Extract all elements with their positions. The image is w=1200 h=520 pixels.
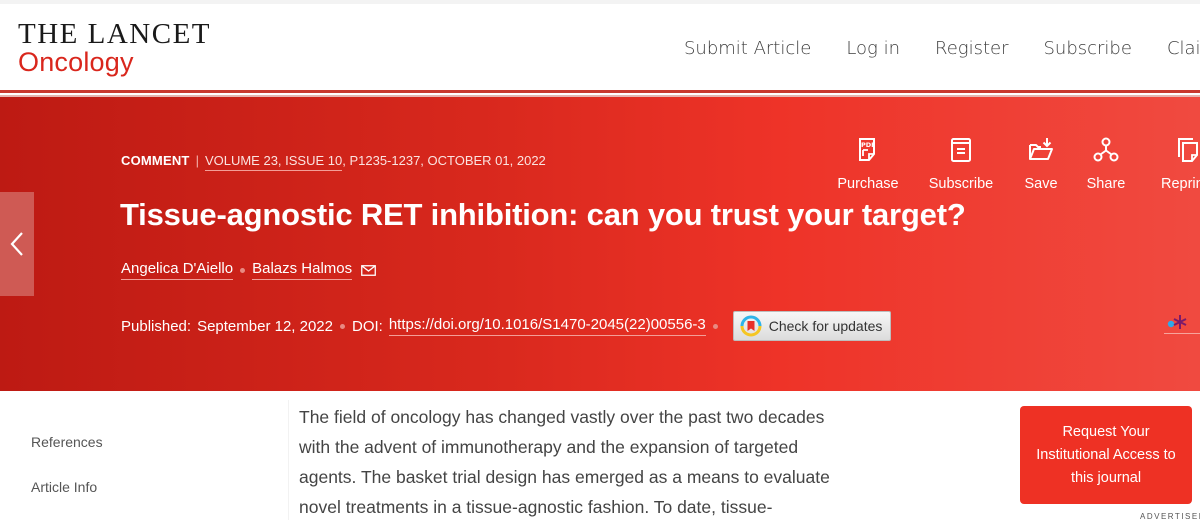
volume-issue-link[interactable]: VOLUME 23, ISSUE 10 <box>204 153 343 171</box>
journal-icon <box>951 138 971 162</box>
published-label: Published: <box>121 317 192 335</box>
share-label: Share <box>1086 176 1126 192</box>
purchase-button[interactable]: PDF Purchase <box>832 137 904 192</box>
sidebar-item-references[interactable]: References <box>31 434 103 479</box>
advertisement-label: ADVERTISEMENT <box>1140 512 1200 520</box>
crossmark-icon <box>740 315 762 337</box>
save-label: Save <box>1024 176 1058 192</box>
check-for-updates-label: Check for updates <box>768 318 883 334</box>
share-button[interactable]: Share <box>1064 137 1148 192</box>
sidebar-item-article-info[interactable]: Article Info <box>31 479 103 520</box>
reprints-icon <box>1178 138 1198 162</box>
altmetric-underline <box>1164 333 1200 334</box>
purchase-label: Purchase <box>837 176 899 192</box>
reprints-label: Reprints <box>1161 176 1200 192</box>
subscribe-button[interactable]: Subscribe <box>904 137 1018 192</box>
save-button[interactable]: Save <box>1018 137 1064 192</box>
lancet-oncology-logo[interactable]: THE LANCET Oncology <box>18 18 211 76</box>
email-icon[interactable] <box>361 264 377 276</box>
author-link[interactable]: Balazs Halmos <box>252 260 353 280</box>
published-date: September 12, 2022 <box>197 317 333 335</box>
meta-separator: | <box>195 153 199 168</box>
nav-register[interactable]: Register <box>935 38 1009 59</box>
content-divider <box>288 400 289 520</box>
doi-label: DOI: <box>352 317 383 335</box>
separator-dot <box>712 323 718 329</box>
nav-log-in[interactable]: Log in <box>846 38 900 59</box>
author-link[interactable]: Angelica D'Aiello <box>121 260 234 280</box>
body-paragraph: The field of oncology has changed vastly… <box>299 407 830 517</box>
article-body: The field of oncology has changed vastly… <box>299 402 859 520</box>
altmetric-icon[interactable] <box>1166 311 1190 331</box>
header-divider <box>0 90 1200 93</box>
subscribe-label: Subscribe <box>928 176 994 192</box>
reprints-button[interactable]: Reprints <box>1148 137 1200 192</box>
article-meta: COMMENT | VOLUME 23, ISSUE 10, P1235-1237,… <box>121 153 546 171</box>
request-institutional-access-button[interactable]: Request Your Institutional Access to thi… <box>1020 406 1192 504</box>
nav-subscribe[interactable]: Subscribe <box>1044 38 1132 59</box>
pdf-icon: PDF <box>859 138 876 161</box>
pages-date: , P1235-1237, OCTOBER 01, 2022 <box>342 153 546 168</box>
site-header: THE LANCET Oncology Submit Article Log i… <box>0 0 1200 93</box>
logo-journal-name: THE LANCET <box>18 18 211 50</box>
chevron-left-icon <box>10 232 23 256</box>
article-actions: PDF Purchase Subscribe Save Share Reprin <box>832 137 1200 192</box>
previous-article-button[interactable] <box>0 192 34 296</box>
nav-claim[interactable]: Claim <box>1167 38 1200 59</box>
nav-submit-article[interactable]: Submit Article <box>684 38 811 59</box>
article-title: Tissue-agnostic RET inhibition: can you … <box>120 197 966 232</box>
svg-text:PDF: PDF <box>861 141 876 149</box>
doi-link[interactable]: https://doi.org/10.1016/S1470-2045(22)00… <box>388 316 706 336</box>
article-sidebar-nav: References Article Info <box>31 434 103 520</box>
article-header: COMMENT | VOLUME 23, ISSUE 10, P1235-1237,… <box>0 97 1200 391</box>
author-list: Angelica D'Aiello Balazs Halmos <box>121 260 377 280</box>
logo-subtitle: Oncology <box>18 47 134 77</box>
top-nav: Submit Article Log in Register Subscribe… <box>684 38 1200 59</box>
separator-dot <box>240 267 246 273</box>
publication-info: Published: September 12, 2022 DOI: https… <box>121 311 891 341</box>
share-icon <box>1093 137 1119 162</box>
folder-download-icon <box>1029 138 1053 160</box>
separator-dot <box>340 323 345 329</box>
article-type: COMMENT <box>121 153 190 168</box>
check-for-updates-button[interactable]: Check for updates <box>732 311 891 341</box>
